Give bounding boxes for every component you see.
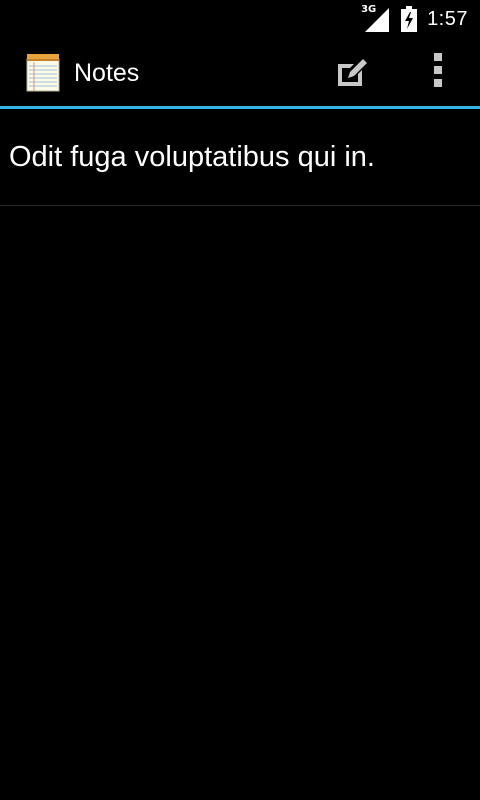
new-note-button[interactable] (330, 54, 374, 94)
network-type-label: 3G (361, 4, 377, 15)
screen: 3G 1:57 Notes Odit fuga voluptatibus qui… (0, 0, 480, 800)
status-clock: 1:57 (427, 7, 468, 30)
list-item[interactable]: Odit fuga voluptatibus qui in. (0, 109, 480, 206)
status-bar: 3G 1:57 (0, 0, 480, 38)
note-title: Odit fuga voluptatibus qui in. (9, 140, 375, 173)
status-icons: 3G 1:57 (361, 0, 468, 38)
overflow-menu-button[interactable] (420, 50, 456, 94)
notes-list: Odit fuga voluptatibus qui in. (0, 109, 480, 206)
edit-note-icon (336, 58, 368, 91)
battery-charging-icon (401, 6, 418, 32)
action-bar: Notes (0, 38, 480, 109)
overflow-menu-icon (433, 52, 443, 92)
app-title: Notes (74, 59, 140, 87)
notepad-icon[interactable] (26, 54, 60, 92)
signal-icon: 3G (361, 4, 390, 32)
